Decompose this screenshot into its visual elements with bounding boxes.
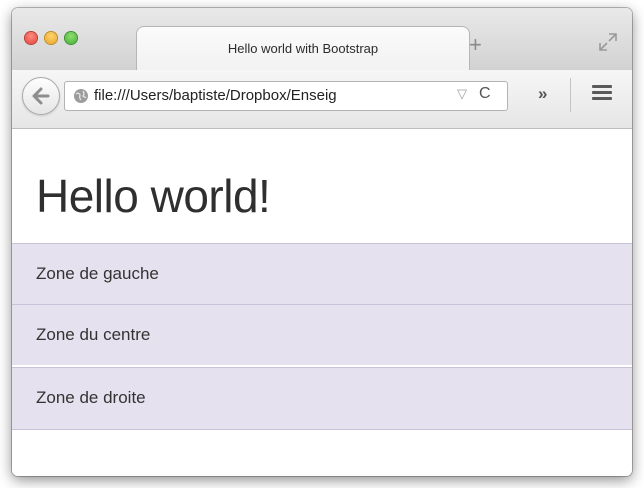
page-heading: Hello world! — [36, 170, 271, 222]
back-button[interactable] — [22, 77, 60, 115]
zoom-window-button[interactable] — [65, 32, 77, 44]
fullscreen-icon[interactable] — [598, 32, 618, 52]
zone-left: Zone de gauche — [12, 243, 632, 304]
browser-window: Hello world with Bootstrap + file:///Use… — [12, 8, 632, 476]
overflow-chevron-icon[interactable]: » — [538, 84, 547, 104]
back-arrow-icon — [32, 87, 50, 105]
tab-title: Hello world with Bootstrap — [227, 41, 379, 56]
title-bar: Hello world with Bootstrap + — [12, 8, 632, 73]
tab-active[interactable]: Hello world with Bootstrap — [136, 26, 470, 73]
url-text: file:///Users/baptiste/Dropbox/Enseig — [94, 87, 337, 104]
toolbar-divider — [570, 78, 571, 112]
dropdown-triangle-icon[interactable]: ▽ — [457, 86, 467, 102]
zone-label: Zone de droite — [36, 388, 146, 407]
globe-icon — [74, 89, 88, 103]
zone-center: Zone du centre — [12, 304, 632, 365]
hamburger-menu-icon[interactable] — [592, 85, 612, 101]
minimize-window-button[interactable] — [45, 32, 57, 44]
page-content: Hello world! Zone de gauche Zone du cent… — [12, 129, 632, 476]
new-tab-button[interactable]: + — [469, 34, 482, 56]
close-window-button[interactable] — [25, 32, 37, 44]
navigation-toolbar: file:///Users/baptiste/Dropbox/Enseig ▽ … — [12, 70, 632, 129]
zone-label: Zone de gauche — [36, 264, 159, 283]
zone-right: Zone de droite — [12, 367, 632, 430]
reload-icon[interactable]: C — [479, 85, 491, 103]
address-bar[interactable]: file:///Users/baptiste/Dropbox/Enseig ▽ … — [64, 81, 508, 111]
zone-label: Zone du centre — [36, 325, 151, 344]
